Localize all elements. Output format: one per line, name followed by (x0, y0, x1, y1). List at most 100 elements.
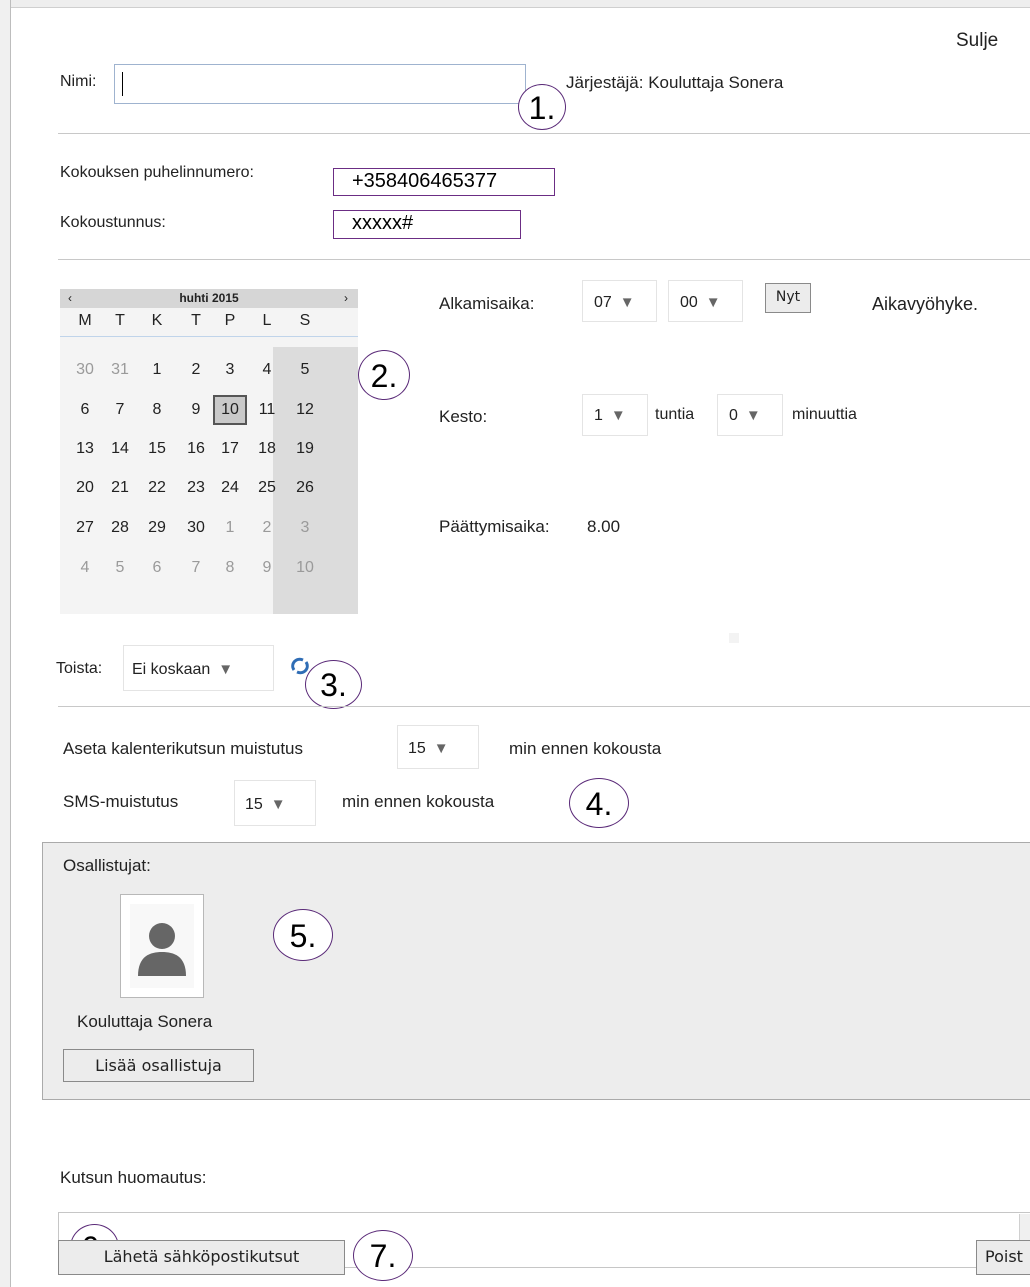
phone-label: Kokouksen puhelinnumero: (60, 164, 254, 181)
text-caret (122, 72, 123, 96)
add-participant-button[interactable]: Lisää osallistuja (63, 1049, 254, 1082)
calendar-day[interactable]: 11 (250, 395, 284, 425)
name-input[interactable] (114, 64, 526, 104)
calendar-day[interactable]: 8 (213, 553, 247, 583)
now-button[interactable]: Nyt (765, 283, 811, 313)
meeting-code-label: Kokoustunnus: (60, 214, 166, 231)
calendar-header: ‹ huhti 2015 › (60, 289, 358, 308)
callout-7: 7. (353, 1230, 413, 1281)
calendar-day[interactable]: 10 (213, 395, 247, 425)
start-minute-select[interactable]: 00 ▼ (668, 280, 743, 322)
duration-label: Kesto: (439, 407, 488, 426)
calendar-day[interactable]: 12 (288, 395, 322, 425)
calendar-day[interactable]: 5 (288, 355, 322, 385)
participant-name: Kouluttaja Sonera (77, 1012, 213, 1031)
weekday-header: K (151, 312, 163, 329)
weekday-header: T (115, 312, 125, 329)
calendar-day[interactable]: 22 (140, 473, 174, 503)
calendar-day[interactable]: 28 (103, 513, 137, 543)
calendar-reminder-label: Aseta kalenterikutsun muistutus (63, 739, 304, 758)
calendar-day[interactable]: 2 (250, 513, 284, 543)
start-minute-value: 00 (680, 294, 698, 311)
calendar-day[interactable]: 26 (288, 473, 322, 503)
callout-1: 1. (518, 84, 566, 130)
calendar-day[interactable]: 24 (213, 473, 247, 503)
close-link[interactable]: Sulje (956, 30, 998, 52)
weekday-header: M (78, 312, 92, 329)
callout-4: 4. (569, 778, 629, 828)
duration-minutes-value: 0 (729, 407, 738, 424)
calendar-day[interactable]: 16 (179, 434, 213, 464)
calendar-day[interactable]: 3 (288, 513, 322, 543)
avatar[interactable] (120, 894, 204, 998)
sms-reminder-select[interactable]: 15 ▼ (234, 780, 316, 826)
calendar-day[interactable]: 21 (103, 473, 137, 503)
name-label: Nimi: (60, 73, 97, 90)
calendar-day[interactable]: 4 (250, 355, 284, 385)
calendar-day[interactable]: 9 (250, 553, 284, 583)
calendar-day[interactable]: 30 (68, 355, 102, 385)
calendar-day[interactable]: 5 (103, 553, 137, 583)
divider (58, 706, 1030, 707)
repeat-select[interactable]: Ei koskaan ▼ (123, 645, 274, 691)
calendar-day[interactable]: 25 (250, 473, 284, 503)
send-email-invites-button[interactable]: Lähetä sähköpostikutsut (58, 1240, 345, 1275)
dropdown-arrow-icon: ▼ (433, 740, 449, 757)
calendar-day[interactable]: 10 (288, 553, 322, 583)
calendar-day[interactable]: 6 (68, 395, 102, 425)
organizer-text: Järjestäjä: Kouluttaja Sonera (566, 73, 784, 92)
dropdown-arrow-icon: ▼ (270, 796, 286, 813)
calendar-day[interactable]: 14 (103, 434, 137, 464)
divider (58, 133, 1030, 134)
calendar-reminder-select[interactable]: 15 ▼ (397, 725, 479, 769)
calendar-day[interactable]: 17 (213, 434, 247, 464)
calendar-day[interactable]: 13 (68, 434, 102, 464)
calendar-reminder-suffix: min ennen kokousta (509, 739, 662, 758)
weekday-header: L (262, 312, 272, 329)
calendar-day[interactable]: 29 (140, 513, 174, 543)
calendar-day[interactable]: 1 (140, 355, 174, 385)
sms-reminder-value: 15 (245, 796, 263, 813)
calendar-day[interactable]: 6 (140, 553, 174, 583)
calendar-day[interactable]: 19 (288, 434, 322, 464)
calendar-day[interactable]: 20 (68, 473, 102, 503)
delete-button[interactable]: Poist (976, 1240, 1030, 1275)
next-month-icon[interactable]: › (344, 291, 348, 305)
person-icon (130, 904, 194, 988)
calendar-day[interactable]: 7 (179, 553, 213, 583)
calendar-day[interactable]: 8 (140, 395, 174, 425)
phone-number-box: +358406465377 (333, 168, 555, 196)
calendar-day[interactable]: 4 (68, 553, 102, 583)
divider (58, 259, 1030, 260)
window-top-edge (0, 0, 1030, 8)
calendar-day[interactable]: 15 (140, 434, 174, 464)
callout-5: 5. (273, 909, 333, 961)
resize-dot (729, 633, 739, 643)
note-label: Kutsun huomautus: (60, 1168, 207, 1187)
calendar-day[interactable]: 30 (179, 513, 213, 543)
calendar-day[interactable]: 3 (213, 355, 247, 385)
dropdown-arrow-icon: ▼ (619, 294, 635, 311)
calendar-day[interactable]: 27 (68, 513, 102, 543)
calendar-day[interactable]: 31 (103, 355, 137, 385)
start-time-label: Alkamisaika: (439, 294, 535, 313)
calendar-reminder-value: 15 (408, 740, 426, 757)
weekday-header: P (224, 312, 236, 329)
calendar-day[interactable]: 9 (179, 395, 213, 425)
weekday-header: S (299, 312, 311, 329)
calendar-day[interactable]: 1 (213, 513, 247, 543)
sms-reminder-suffix: min ennen kokousta (342, 792, 495, 811)
hours-unit-label: tuntia (655, 406, 695, 423)
repeat-label: Toista: (56, 660, 103, 677)
duration-hours-select[interactable]: 1 ▼ (582, 394, 648, 436)
timezone-label[interactable]: Aikavyöhyke. (872, 294, 978, 315)
start-hour-select[interactable]: 07 ▼ (582, 280, 657, 322)
calendar-day[interactable]: 23 (179, 473, 213, 503)
calendar-day[interactable]: 18 (250, 434, 284, 464)
calendar-day[interactable]: 7 (103, 395, 137, 425)
weekday-divider (60, 336, 358, 337)
duration-minutes-select[interactable]: 0 ▼ (717, 394, 783, 436)
callout-3: 3. (305, 660, 362, 709)
calendar-day[interactable]: 2 (179, 355, 213, 385)
callout-2: 2. (358, 350, 410, 400)
